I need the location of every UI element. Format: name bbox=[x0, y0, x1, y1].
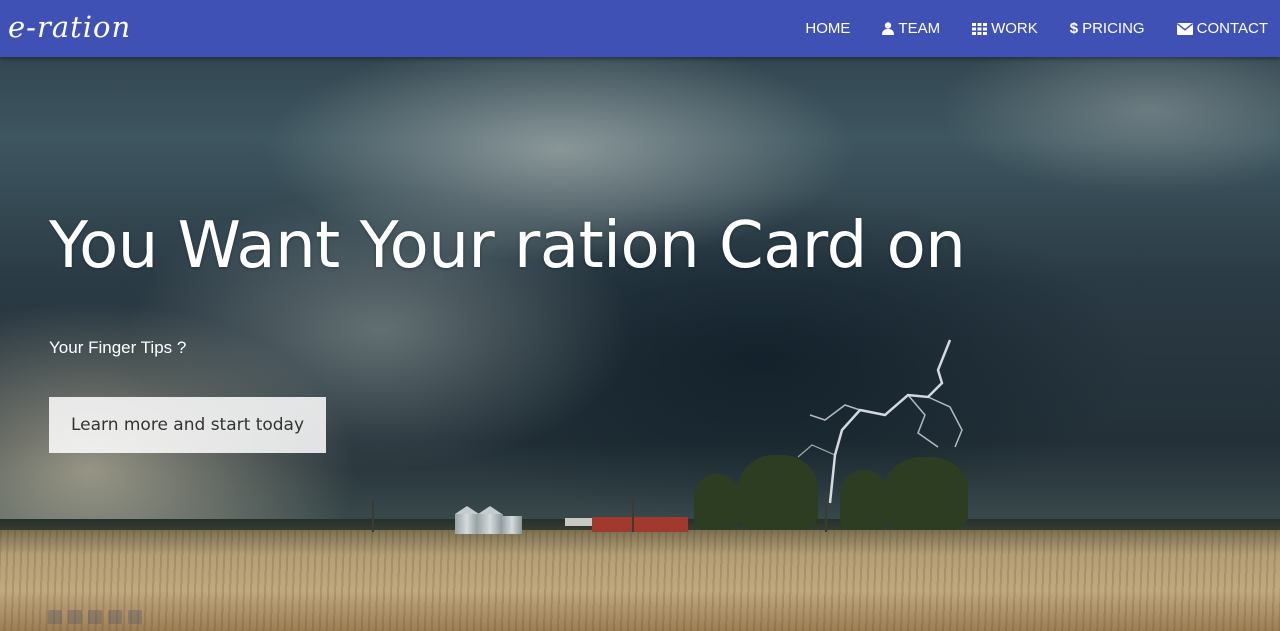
lightning-bolt bbox=[797, 339, 963, 504]
envelope-icon bbox=[1176, 22, 1193, 35]
top-navbar: e-ration HOME TEAM WORK $ PRICING CONTAC… bbox=[0, 0, 1280, 57]
brand-logo[interactable]: e-ration bbox=[8, 9, 131, 45]
social-icon[interactable] bbox=[128, 610, 142, 624]
nav-item-label: PRICING bbox=[1082, 20, 1145, 37]
grid-icon bbox=[972, 22, 988, 35]
nav-item-label: CONTACT bbox=[1196, 20, 1268, 37]
nav-item-home[interactable]: HOME bbox=[805, 20, 850, 37]
barn-roof bbox=[565, 518, 595, 526]
barn bbox=[592, 517, 688, 532]
silo-roof bbox=[478, 506, 502, 514]
dollar-icon: $ bbox=[1069, 20, 1079, 37]
hero-subheadline: Your Finger Tips ? bbox=[49, 338, 187, 357]
hero-background-image bbox=[0, 0, 1280, 631]
tree bbox=[694, 474, 740, 530]
nav-item-team[interactable]: TEAM bbox=[882, 20, 940, 37]
silo bbox=[502, 516, 522, 534]
silo-roof bbox=[455, 506, 479, 514]
wheat-field bbox=[0, 530, 1280, 631]
nav-item-pricing[interactable]: $ PRICING bbox=[1070, 20, 1145, 37]
user-icon bbox=[882, 22, 895, 35]
nav-item-label: HOME bbox=[805, 20, 851, 37]
utility-pole bbox=[632, 496, 634, 532]
nav-item-label: WORK bbox=[991, 20, 1038, 37]
social-icon[interactable] bbox=[48, 610, 62, 624]
social-icon[interactable] bbox=[68, 610, 82, 624]
silo bbox=[477, 514, 503, 534]
learn-more-button[interactable]: Learn more and start today bbox=[49, 397, 326, 453]
social-icon[interactable] bbox=[108, 610, 122, 624]
social-icons bbox=[48, 610, 142, 624]
utility-pole bbox=[372, 500, 374, 532]
silo bbox=[455, 514, 479, 534]
nav-item-contact[interactable]: CONTACT bbox=[1176, 20, 1268, 37]
nav-item-label: TEAM bbox=[898, 20, 941, 37]
hero-headline: You Want Your ration Card on bbox=[49, 209, 966, 283]
nav-item-work[interactable]: WORK bbox=[972, 20, 1038, 37]
social-icon[interactable] bbox=[88, 610, 102, 624]
nav-menu: HOME TEAM WORK $ PRICING CONTACT bbox=[773, 0, 1268, 57]
